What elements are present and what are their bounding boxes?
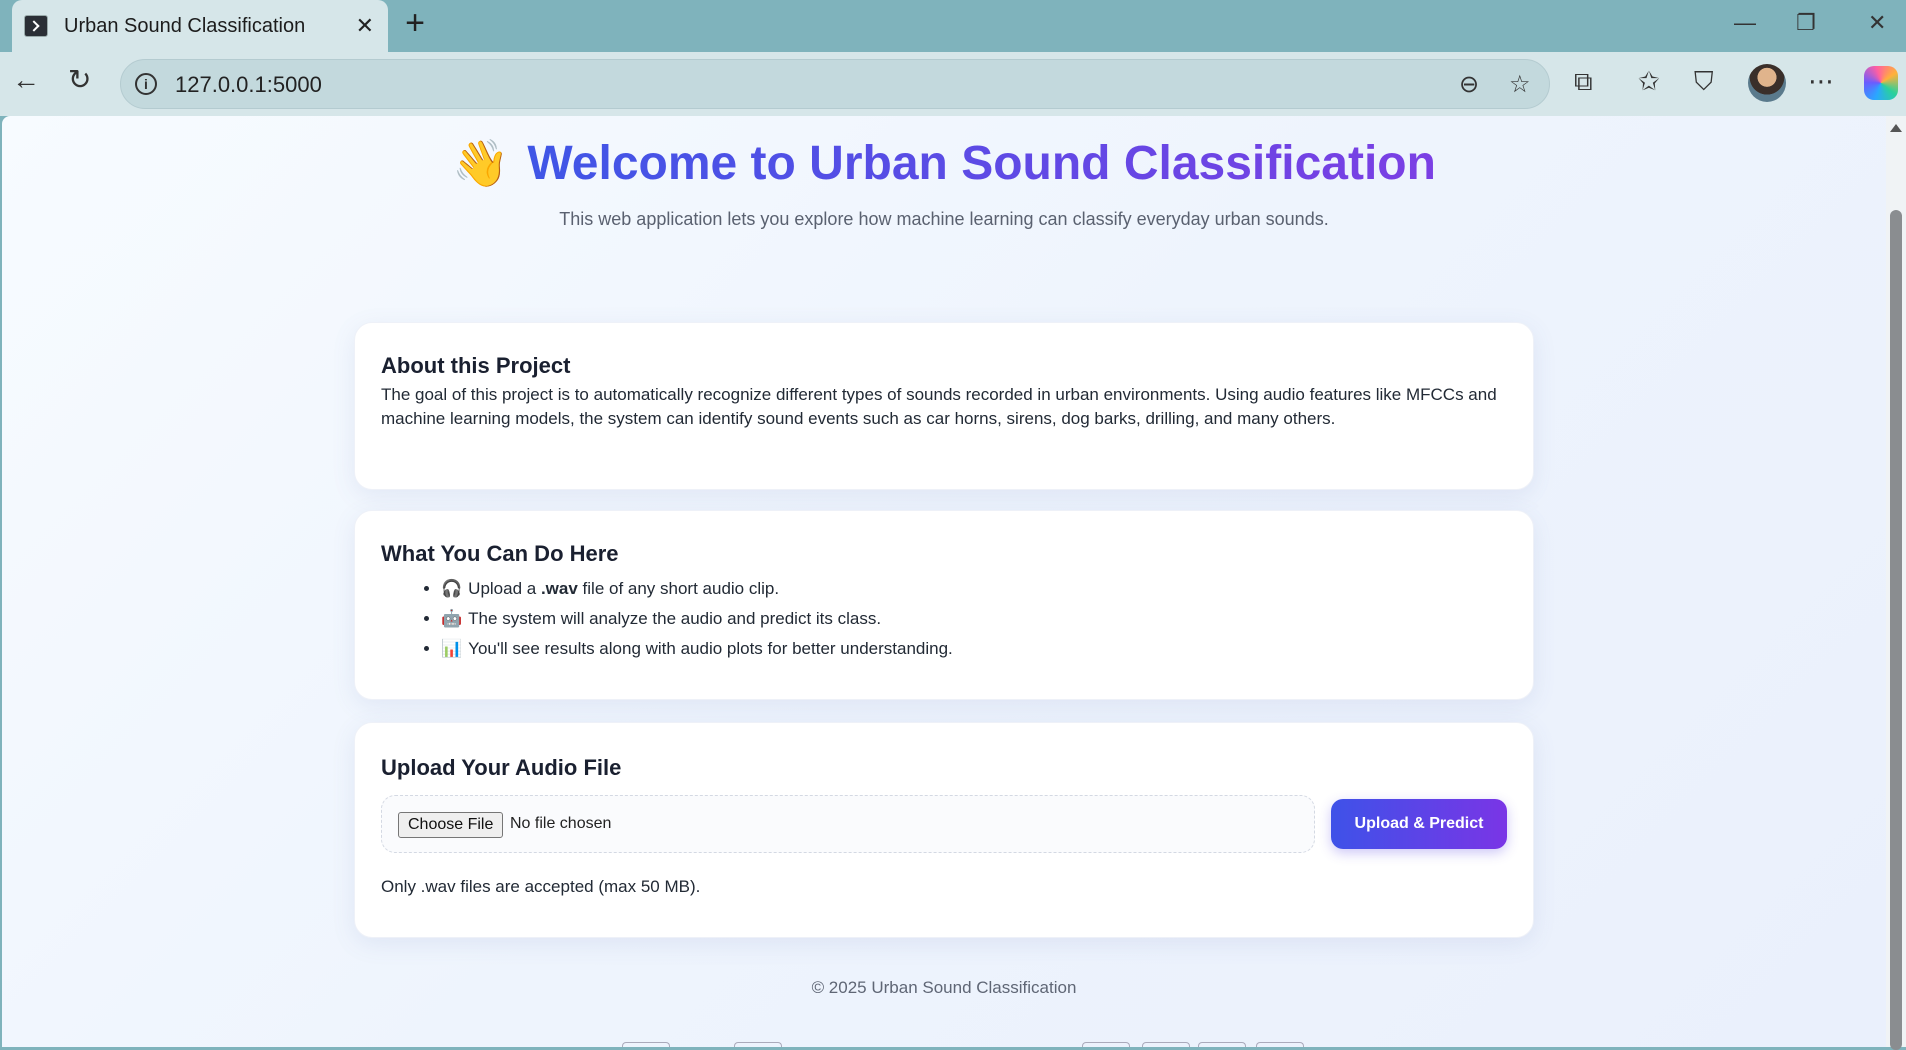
headphones-icon: 🎧 [441,579,463,598]
list-item-text: file of any short audio clip. [577,579,780,598]
peek-shape [1082,1042,1130,1047]
avatar[interactable] [1748,64,1786,102]
favorites-icon[interactable]: ✩ [1638,68,1660,94]
list-item-text: Upload a [468,579,541,598]
file-input-zone[interactable]: Choose File No file chosen [381,795,1315,853]
page-subtitle: This web application lets you explore ho… [559,209,1329,229]
close-window-icon[interactable]: ✕ [1868,10,1886,36]
list-item: 🎧 Upload a .wav file of any short audio c… [441,577,953,601]
scroll-up-icon[interactable] [1890,124,1902,132]
zoom-out-icon[interactable]: ⊖ [1459,70,1479,99]
page-title-text: Welcome to Urban Sound Classification [527,137,1436,190]
refresh-icon[interactable]: ↻ [68,66,91,94]
list-item: 🤖 The system will analyze the audio and p… [441,607,953,631]
features-card: What You Can Do Here 🎧 Upload a .wav file… [354,510,1534,700]
scroll-thumb[interactable] [1890,210,1902,1050]
tab-title: Urban Sound Classification [64,14,306,37]
choose-file-button[interactable]: Choose File [398,812,504,838]
more-menu-icon[interactable]: ⋯ [1808,68,1834,94]
upload-note: Only .wav files are accepted (max 50 MB)… [381,877,701,896]
address-bar[interactable]: i 127.0.0.1:5000 ⊖ ☆ [120,59,1550,109]
url-text[interactable]: 127.0.0.1:5000 [175,72,322,98]
features-list: 🎧 Upload a .wav file of any short audio c… [423,577,953,667]
peek-shape [1142,1042,1190,1047]
file-status: No file chosen [510,815,612,832]
footer: © 2025 Urban Sound Classification [811,978,1077,997]
upload-heading: Upload Your Audio File [381,755,622,780]
info-icon[interactable]: i [135,73,157,95]
list-item-bold: .wav [540,579,578,598]
robot-icon: 🤖 [441,609,463,628]
shield-icon[interactable]: ⛉ [1694,68,1714,94]
page-title: 👋 Welcome to Urban Sound Classification [452,136,1436,191]
peek-shape [734,1042,782,1047]
copilot-icon[interactable] [1864,66,1898,100]
waving-hand-icon: 👋 [452,137,510,189]
favorite-star-icon[interactable]: ☆ [1509,70,1531,99]
browser-toolbar: ← ↻ i 127.0.0.1:5000 ⊖ ☆ ⧉ ✩ ⛉ ⋯ [0,52,1906,116]
about-card: About this Project The goal of this proj… [354,322,1534,490]
page-viewport: 👋 Welcome to Urban Sound Classification … [2,116,1886,1047]
back-icon[interactable]: ← [12,66,40,94]
upload-card: Upload Your Audio File Choose File No fi… [354,722,1534,938]
features-heading: What You Can Do Here [381,541,619,566]
browser-tab[interactable]: Urban Sound Classification ✕ [12,0,388,52]
extensions-icon[interactable]: ⧉ [1574,68,1593,94]
upload-predict-button[interactable]: Upload & Predict [1331,799,1507,849]
about-heading: About this Project [381,353,571,378]
new-tab-button[interactable]: + [400,6,430,42]
peek-shape [1256,1042,1304,1047]
bar-chart-icon: 📊 [441,639,463,658]
peek-shape [622,1042,670,1047]
peek-shape [1198,1042,1246,1047]
hero: 👋 Welcome to Urban Sound Classification … [2,136,1886,230]
restore-icon[interactable]: ❐ [1796,10,1816,36]
browser-tabbar: Urban Sound Classification ✕ + — ❐ ✕ [0,0,1906,52]
list-item-text: The system will analyze the audio and pr… [468,609,882,628]
list-item-text: You'll see results along with audio plot… [468,639,953,658]
terminal-icon [24,15,48,37]
list-item: 📊 You'll see results along with audio plo… [441,637,953,661]
minimize-icon[interactable]: — [1734,10,1756,36]
page-scrollbar[interactable] [1886,116,1906,1050]
tab-close-icon[interactable]: ✕ [356,13,374,39]
about-text: The goal of this project is to automatic… [381,385,1497,428]
